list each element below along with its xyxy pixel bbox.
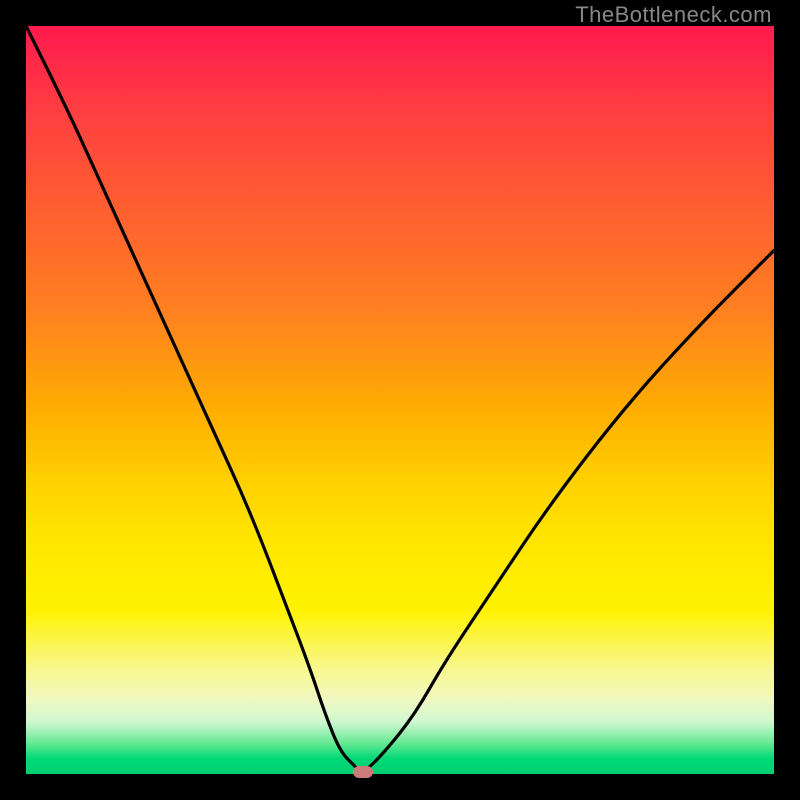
- minimum-marker: [353, 766, 373, 778]
- watermark-text: TheBottleneck.com: [575, 2, 772, 28]
- bottleneck-curve: [26, 26, 774, 774]
- plot-area: [26, 26, 774, 774]
- chart-frame: TheBottleneck.com: [0, 0, 800, 800]
